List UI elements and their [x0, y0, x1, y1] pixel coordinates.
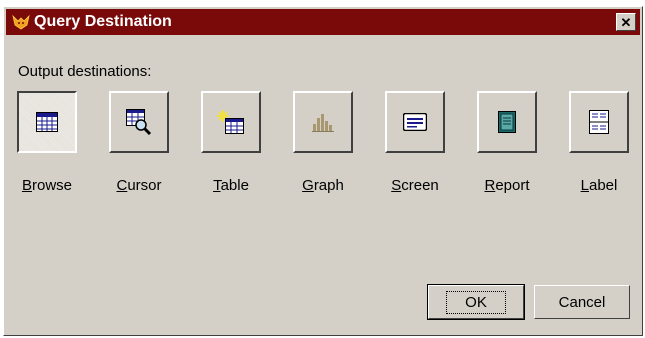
close-button[interactable]: ✕ [616, 13, 636, 31]
query-destination-dialog: Query Destination ✕ Output destinations:… [3, 6, 643, 336]
label-card-icon [589, 110, 609, 134]
table-button[interactable] [201, 91, 261, 153]
report-button[interactable] [477, 91, 537, 153]
destination-cursor: Cursor [99, 91, 179, 201]
graph-button[interactable] [293, 91, 353, 153]
destination-report: Report [467, 91, 547, 201]
report-label: Report [484, 177, 530, 194]
destination-label: Label [559, 91, 639, 201]
browse-label: Browse [21, 177, 73, 194]
screen-icon [403, 113, 427, 131]
destination-graph: Graph [283, 91, 363, 201]
fox-logo-icon [11, 13, 31, 31]
destination-screen: Screen [375, 91, 455, 201]
screen-label: Screen [391, 177, 439, 194]
cursor-label: Cursor [116, 177, 162, 194]
cancel-button[interactable]: Cancel [534, 285, 630, 319]
destination-browse: Browse [7, 91, 87, 201]
graph-bars-icon [312, 112, 334, 132]
close-icon: ✕ [620, 14, 632, 30]
cursor-button[interactable] [109, 91, 169, 153]
cancel-label: Cancel [558, 293, 606, 311]
browse-grid-icon [36, 112, 58, 132]
ok-button[interactable]: OK [427, 284, 525, 320]
label-button[interactable] [569, 91, 629, 153]
cursor-magnifier-icon [126, 109, 152, 135]
graph-label: Graph [302, 177, 344, 194]
table-label: Table [213, 177, 249, 194]
ok-label: OK [446, 290, 506, 314]
window-title: Query Destination [34, 13, 172, 30]
report-book-icon [498, 111, 516, 133]
browse-button[interactable] [17, 91, 77, 153]
title-bar[interactable]: Query Destination ✕ [6, 9, 640, 35]
table-sparkle-icon [217, 109, 245, 135]
destination-table: Table [191, 91, 271, 201]
screen-button[interactable] [385, 91, 445, 153]
label-label: Label [580, 177, 618, 194]
output-destinations-label: Output destinations: [18, 63, 152, 80]
